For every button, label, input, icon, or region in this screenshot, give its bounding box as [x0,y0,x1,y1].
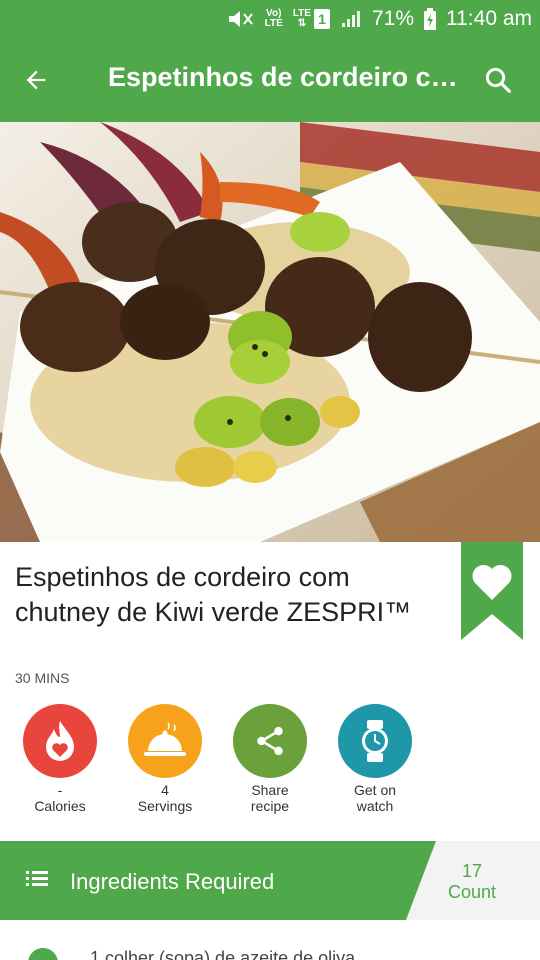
share-circle [233,704,307,778]
volte-indicator: Vo) LTE [264,8,283,29]
watch-label-line2: watch [356,798,394,814]
ingredient-item: 1 colher (sopa) de azeite de oliva [90,948,356,960]
share-icon [257,726,283,756]
ingredients-label: Ingredients Required [70,869,275,894]
servings-button[interactable]: 4 Servings [110,704,220,814]
ingredients-count-label: Count [447,882,497,902]
back-button[interactable] [16,60,56,100]
status-bar: Vo) LTE LTE ⇅ 1 71% 11:40 am [0,0,540,38]
mute-icon [227,8,255,30]
search-button[interactable] [478,60,518,100]
list-icon [26,871,48,886]
battery-icon [424,8,436,30]
recipe-photo [0,122,540,542]
app-bar: Espetinhos de cordeiro com chutney de Ki… [0,38,540,122]
sim-indicator: 1 [313,9,330,29]
servings-label: Servings [137,798,193,814]
calories-circle [23,704,97,778]
flame-icon [46,721,74,761]
clock: 11:40 am [446,7,532,30]
servings-value: 4 [161,782,169,798]
calories-value: - [57,782,63,798]
share-label-line1: Share [251,782,289,798]
watch-label-line1: Get on [353,782,397,798]
recipe-time: 30 MINS [15,670,70,686]
arrow-back-icon [26,70,46,90]
get-on-watch-button[interactable]: Get on watch [320,704,430,814]
servings-circle [128,704,202,778]
calories-label: Calories [34,798,86,814]
calories-button[interactable]: - Calories [5,704,115,814]
watch-icon [362,720,388,762]
share-label-line2: recipe [250,798,290,814]
ingredients-count: 17 [461,861,483,881]
battery-percent: 71% [371,7,414,30]
ingredients-header[interactable]: Ingredients Required 17 Count [0,841,540,920]
recipe-actions: - Calories 4 Servings Share recipe Get o… [0,704,540,824]
watch-circle [338,704,412,778]
favorite-button[interactable] [461,542,523,640]
cloche-icon [144,722,186,756]
signal-icon [340,9,362,29]
ingredient-check-icon[interactable] [28,948,58,960]
share-recipe-button[interactable]: Share recipe [215,704,325,814]
search-icon [485,67,511,93]
recipe-title: Espetinhos de cordeiro com chutney de Ki… [15,562,412,627]
app-bar-title: Espetinhos de cordeiro com chutney de Ki… [108,62,458,92]
lte-indicator: LTE ⇅ 1 [293,9,330,29]
